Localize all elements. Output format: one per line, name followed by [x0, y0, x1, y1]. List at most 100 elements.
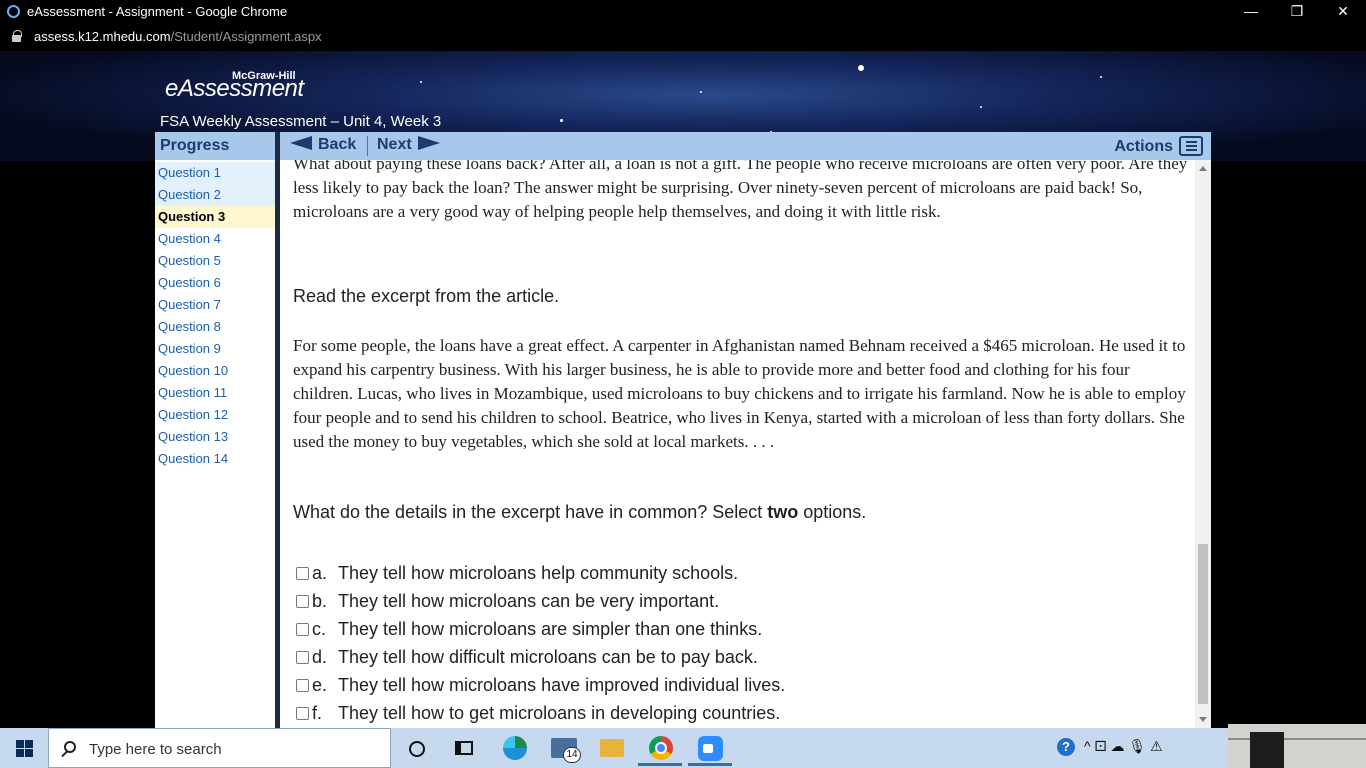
option-checkbox[interactable]: [296, 623, 309, 636]
help-icon[interactable]: ?: [1057, 738, 1075, 756]
question-list: Question 1 Question 2 Question 3 Question 4…: [155, 162, 275, 470]
taskbar-search[interactable]: Type here to search: [48, 728, 391, 768]
search-icon: [64, 741, 76, 753]
edge-icon: [503, 736, 527, 760]
question-text: What do the details in the excerpt have …: [293, 502, 866, 523]
browser-title-bar: eAssessment - Assignment - Google Chrome…: [0, 0, 1366, 23]
mail-button[interactable]: 14: [543, 732, 587, 766]
windows-taskbar: Type here to search 14 ? ^ ⚀ ☁ 🎙 ⚠: [0, 724, 1366, 768]
url-host: assess.k12.mhedu.com: [34, 29, 171, 44]
question-text-start: What do the details in the excerpt have …: [293, 502, 768, 522]
question-link-2[interactable]: Question 2: [155, 184, 275, 206]
option-checkbox[interactable]: [296, 595, 309, 608]
window-title: eAssessment - Assignment - Google Chrome: [27, 4, 288, 19]
menu-icon: [1179, 136, 1203, 156]
url-text[interactable]: assess.k12.mhedu.com/Student/Assignment.…: [34, 29, 322, 44]
start-button[interactable]: [0, 728, 48, 768]
option-letter: b.: [312, 591, 328, 611]
zoom-icon: [698, 736, 723, 761]
task-view-button[interactable]: [441, 732, 485, 766]
option-checkbox[interactable]: [296, 651, 309, 664]
question-link-9[interactable]: Question 9: [155, 338, 275, 360]
question-panel: Back Next Actions What about paying thes…: [280, 132, 1211, 728]
question-content: What about paying these loans back? Afte…: [280, 160, 1195, 728]
product-name: eAssessment: [165, 75, 304, 102]
option-text: They tell how microloans have improved i…: [338, 675, 786, 695]
folder-icon: [600, 739, 624, 757]
question-link-4[interactable]: Question 4: [155, 228, 275, 250]
option-text: They tell how to get microloans in devel…: [338, 703, 781, 723]
content-scrollbar[interactable]: [1195, 160, 1211, 728]
cortana-icon: [409, 741, 425, 757]
address-bar[interactable]: assess.k12.mhedu.com/Student/Assignment.…: [0, 23, 1366, 51]
question-link-1[interactable]: Question 1: [155, 162, 275, 184]
mail-badge: 14: [563, 747, 581, 763]
toolbar-separator: [367, 136, 368, 156]
minimize-button[interactable]: —: [1228, 0, 1274, 23]
option-letter: c.: [312, 619, 327, 639]
progress-title: Progress: [155, 132, 275, 160]
question-link-13[interactable]: Question 13: [155, 426, 275, 448]
answer-option[interactable]: b. They tell how microloans can be very i…: [296, 591, 785, 619]
option-letter: a.: [312, 563, 328, 583]
option-text: They tell how microloans are simpler tha…: [338, 619, 763, 639]
search-placeholder: Type here to search: [89, 741, 222, 758]
option-text: They tell how microloans can be very imp…: [338, 591, 720, 611]
question-link-10[interactable]: Question 10: [155, 360, 275, 382]
system-tray-icons[interactable]: ^ ⚀ ☁ 🎙 ⚠: [1084, 738, 1163, 755]
url-path: /Student/Assignment.aspx: [170, 29, 322, 44]
lock-icon: [12, 30, 22, 42]
question-text-end: options.: [798, 502, 867, 522]
answer-option[interactable]: d. They tell how difficult microloans can…: [296, 647, 785, 675]
zoom-taskbar-button[interactable]: [688, 732, 732, 766]
answer-option[interactable]: c. They tell how microloans are simpler t…: [296, 619, 785, 647]
question-link-14[interactable]: Question 14: [155, 448, 275, 470]
file-explorer-button[interactable]: [590, 732, 634, 766]
restore-button[interactable]: ❐: [1274, 0, 1320, 23]
next-arrow-icon: [417, 136, 440, 150]
excerpt-text: For some people, the loans have a great …: [293, 336, 1186, 451]
back-button[interactable]: Back: [290, 136, 356, 156]
close-button[interactable]: ✕: [1320, 0, 1366, 23]
passage-text: What about paying these loans back? Afte…: [293, 160, 1188, 221]
answer-option[interactable]: a. They tell how microloans help communit…: [296, 563, 785, 591]
answer-option[interactable]: e. They tell how microloans have improved…: [296, 675, 785, 703]
question-link-8[interactable]: Question 8: [155, 316, 275, 338]
question-link-5[interactable]: Question 5: [155, 250, 275, 272]
navigation-toolbar: Back Next Actions: [280, 132, 1211, 160]
back-label: Back: [318, 136, 357, 153]
option-checkbox[interactable]: [296, 707, 309, 720]
option-letter: e.: [312, 675, 328, 695]
task-view-icon: [455, 741, 473, 755]
webcam-overlay: [1228, 724, 1366, 768]
option-letter: f.: [312, 703, 323, 723]
edge-button[interactable]: [492, 732, 536, 766]
option-letter: d.: [312, 647, 328, 667]
question-emphasis: two: [767, 502, 799, 522]
assessment-title: FSA Weekly Assessment – Unit 4, Week 3: [160, 113, 442, 130]
question-link-6[interactable]: Question 6: [155, 272, 275, 294]
excerpt-prompt: Read the excerpt from the article.: [293, 286, 560, 306]
scroll-thumb[interactable]: [1198, 544, 1208, 704]
question-link-3[interactable]: Question 3: [155, 206, 275, 228]
question-link-7[interactable]: Question 7: [155, 294, 275, 316]
answer-option[interactable]: f. They tell how to get microloans in dev…: [296, 703, 785, 728]
chrome-taskbar-button[interactable]: [638, 732, 682, 766]
cortana-button[interactable]: [394, 732, 438, 766]
chrome-icon: [649, 736, 673, 760]
question-link-11[interactable]: Question 11: [155, 382, 275, 404]
option-checkbox[interactable]: [296, 567, 309, 580]
answer-options: a. They tell how microloans help communit…: [296, 563, 785, 728]
chrome-app-icon: [7, 5, 20, 18]
next-button[interactable]: Next: [377, 136, 440, 156]
actions-label: Actions: [1114, 138, 1173, 155]
question-link-12[interactable]: Question 12: [155, 404, 275, 426]
actions-button[interactable]: Actions: [1114, 136, 1203, 156]
progress-sidebar: Progress Question 1 Question 2 Question 3Q…: [155, 132, 275, 728]
next-label: Next: [377, 136, 412, 153]
assessment-frame: Progress Question 1 Question 2 Question 3Q…: [155, 132, 1211, 728]
option-checkbox[interactable]: [296, 679, 309, 692]
scroll-down-icon[interactable]: [1199, 717, 1207, 722]
option-text: They tell how microloans help community …: [338, 563, 739, 583]
scroll-up-icon[interactable]: [1199, 166, 1207, 171]
